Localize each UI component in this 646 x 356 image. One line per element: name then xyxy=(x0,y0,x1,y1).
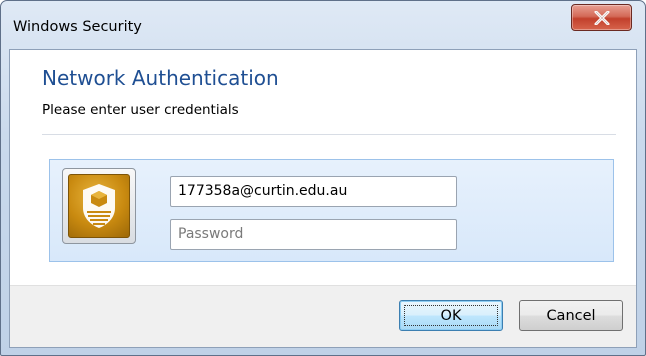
cancel-button[interactable]: Cancel xyxy=(519,300,623,331)
windows-security-dialog: Windows Security Network Authentication … xyxy=(0,0,646,356)
dialog-content: Network Authentication Please enter user… xyxy=(9,49,637,348)
divider xyxy=(42,134,616,135)
credential-tile[interactable]: 177358a@curtin.edu.au Password xyxy=(49,159,614,262)
button-bar: OK Cancel xyxy=(10,285,636,347)
focus-rectangle xyxy=(404,305,498,326)
cancel-button-label: Cancel xyxy=(546,307,596,324)
dialog-subheading: Please enter user credentials xyxy=(42,102,239,118)
ok-button[interactable]: OK xyxy=(399,300,503,331)
close-button[interactable] xyxy=(571,4,632,31)
dialog-heading: Network Authentication xyxy=(42,66,279,90)
university-shield-icon xyxy=(68,174,130,238)
username-field[interactable]: 177358a@curtin.edu.au xyxy=(170,176,457,207)
title-bar[interactable]: Windows Security xyxy=(1,1,645,49)
credential-tile-image xyxy=(62,168,136,244)
window-title: Windows Security xyxy=(13,19,142,35)
password-field[interactable]: Password xyxy=(170,219,457,250)
close-icon xyxy=(594,10,609,25)
